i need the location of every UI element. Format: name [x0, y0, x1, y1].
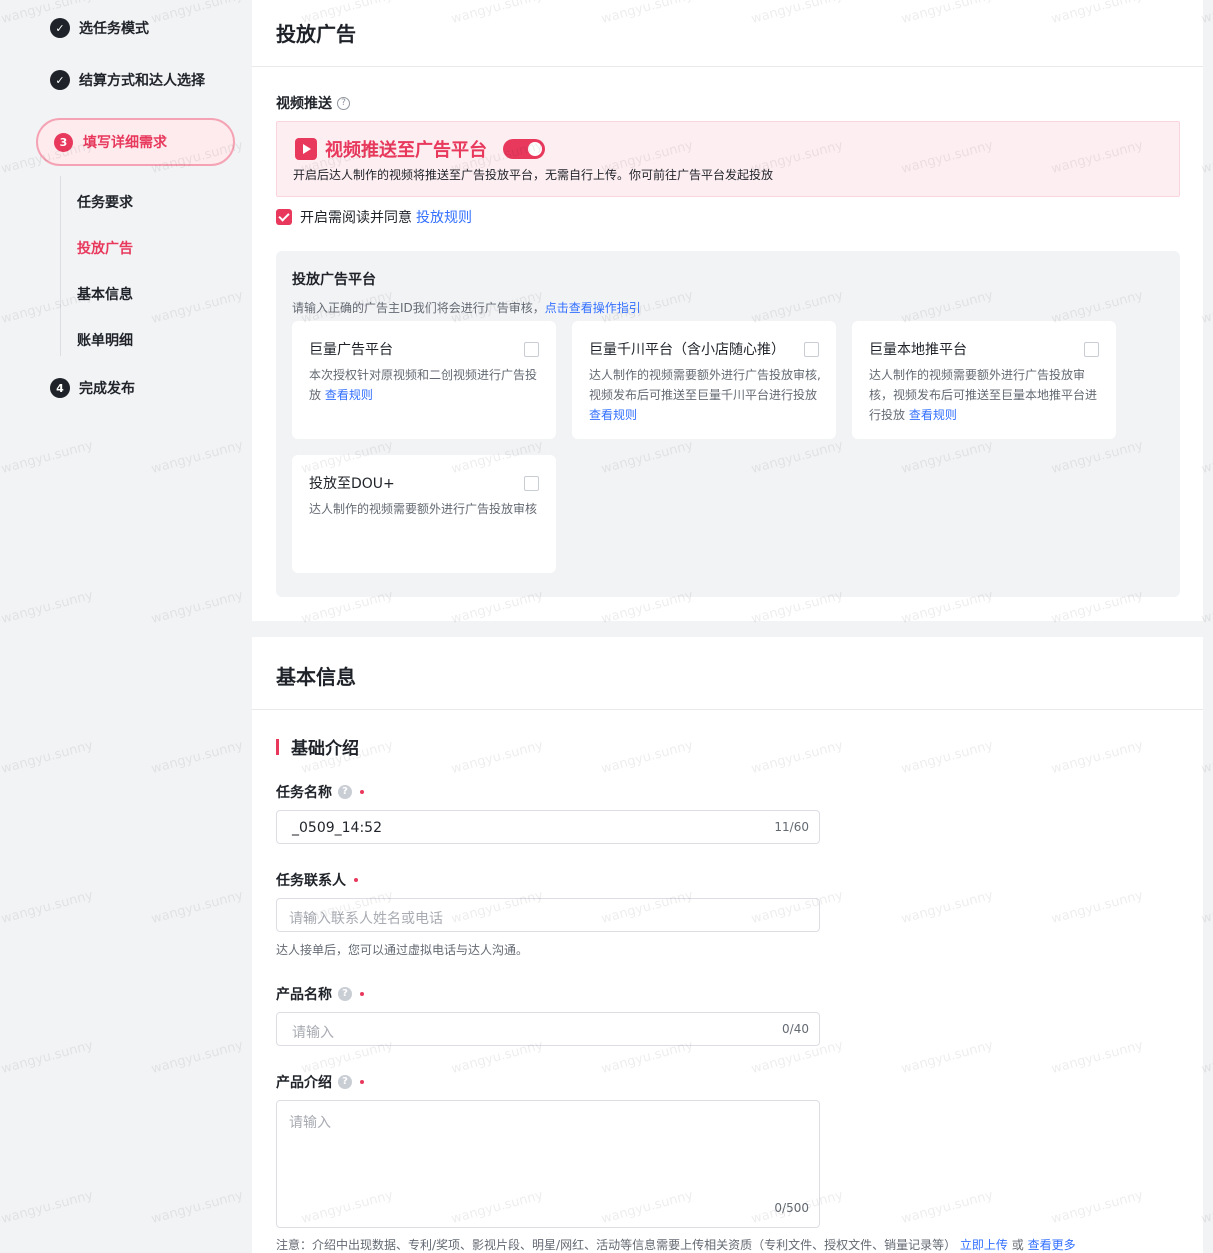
step-1[interactable]: ✓ 选任务模式	[50, 16, 149, 40]
task-name-label: 任务名称 ?	[276, 782, 364, 802]
product-intro-label: 产品介绍 ?	[276, 1072, 364, 1092]
contact-help: 达人接单后，您可以通过虚拟电话与达人沟通。	[276, 943, 529, 957]
step-3-active[interactable]: 3 填写详细需求	[36, 118, 235, 166]
subsection-title: 基础介绍	[291, 739, 359, 759]
substep-basic-info[interactable]: 基本信息	[77, 284, 133, 304]
agree-checkbox[interactable]	[276, 209, 292, 225]
accent-bar	[276, 738, 279, 755]
char-counter: 0/40	[782, 1022, 809, 1036]
platform-card-title: 巨量千川平台（含小店随心推）	[589, 342, 785, 358]
step-number: 3	[54, 132, 73, 152]
product-intro-textarea[interactable]: 请输入 0/500	[276, 1100, 820, 1228]
char-counter: 0/500	[774, 1201, 809, 1215]
input-placeholder: 请输入联系人姓名或电话	[289, 911, 443, 927]
task-name-input[interactable]: _0509_14:52 11/60	[276, 810, 820, 844]
question-icon[interactable]: ?	[337, 96, 350, 110]
help-icon[interactable]: ?	[338, 987, 352, 1001]
platform-card-qianchuan[interactable]: 巨量千川平台（含小店随心推） 达人制作的视频需要额外进行广告投放审核, 视频发布…	[572, 321, 836, 439]
ad-rules-link[interactable]: 投放规则	[416, 207, 472, 227]
step-label: 结算方式和达人选择	[79, 73, 205, 89]
substep-line	[60, 176, 61, 356]
required-dot	[360, 1080, 364, 1084]
ad-placement-card: 投放广告 视频推送 ? 视频推送至广告平台 开启后达人制作的视频将推送至广告投放…	[252, 0, 1203, 621]
platform-checkbox[interactable]	[804, 342, 819, 357]
step-label: 选任务模式	[79, 21, 149, 37]
agree-text: 开启需阅读并同意	[300, 210, 412, 226]
help-icon[interactable]: ?	[338, 1075, 352, 1089]
upload-now-link[interactable]: 立即上传	[960, 1238, 1008, 1252]
view-more-link[interactable]: 查看更多	[1028, 1238, 1076, 1252]
guide-link[interactable]: 点击查看操作指引	[545, 301, 641, 315]
platform-card-desc: 达人制作的视频需要额外进行广告投放审核, 视频发布后可推送至巨量千川平台进行投放…	[589, 365, 821, 425]
note-text: 注意：介绍中出现数据、专利/奖项、影视片段、明星/网红、活动等信息需要上传相关资…	[276, 1238, 957, 1252]
platform-box: 投放广告平台 请输入正确的广告主ID我们将会进行广告审核，点击查看操作指引 巨量…	[276, 251, 1180, 597]
product-name-input[interactable]: 请输入 0/40	[276, 1012, 820, 1046]
required-dot	[360, 790, 364, 794]
step-2[interactable]: ✓ 结算方式和达人选择	[50, 68, 205, 92]
agree-rules: 开启需阅读并同意 投放规则	[276, 207, 472, 227]
input-placeholder: 请输入	[289, 1115, 331, 1131]
section-title: 投放广告	[276, 22, 356, 46]
platform-card-local[interactable]: 巨量本地推平台 达人制作的视频需要额外进行广告投放审核，视频发布后可推送至巨量本…	[852, 321, 1116, 439]
platform-title: 投放广告平台	[292, 272, 376, 288]
platform-card-desc: 达人制作的视频需要额外进行广告投放审核	[309, 502, 538, 516]
label-text: 任务联系人	[276, 873, 346, 889]
basic-info-card: 基本信息 基础介绍 任务名称 ? _0509_14:52 11/60 任务联系人…	[252, 637, 1203, 1253]
platform-card-desc: 达人制作的视频需要额外进行广告投放审核，视频发布后可推送至巨量本地推平台进行投放…	[869, 365, 1101, 425]
step-4[interactable]: 4 完成发布	[50, 376, 135, 400]
divider	[252, 66, 1203, 67]
video-play-icon	[295, 138, 317, 160]
banner-title-text: 视频推送至广告平台	[325, 140, 487, 161]
product-name-label: 产品名称 ?	[276, 984, 364, 1004]
platform-card-ocean[interactable]: 巨量广告平台 本次授权针对原视频和二创视频进行广告投放 查看规则	[292, 321, 556, 439]
qualification-note: 注意：介绍中出现数据、专利/奖项、影视片段、明星/网红、活动等信息需要上传相关资…	[276, 1236, 1076, 1253]
label-text: 产品名称	[276, 987, 332, 1003]
note-or: 或	[1011, 1238, 1024, 1252]
section-title: 基本信息	[276, 665, 356, 689]
platform-checkbox[interactable]	[524, 342, 539, 357]
platform-checkbox[interactable]	[1084, 342, 1099, 357]
hint-text: 请输入正确的广告主ID我们将会进行广告审核，	[292, 301, 545, 315]
video-push-banner: 视频推送至广告平台 开启后达人制作的视频将推送至广告投放平台，无需自行上传。你可…	[276, 121, 1180, 197]
substep-ad-placement[interactable]: 投放广告	[77, 238, 133, 258]
desc-text: 达人制作的视频需要额外进行广告投放审核，视频发布后可推送至巨量本地推平台进行投放	[869, 368, 1098, 422]
contact-label: 任务联系人	[276, 870, 358, 890]
step-label: 填写详细需求	[83, 135, 167, 151]
view-rules-link[interactable]: 查看规则	[325, 388, 373, 402]
view-rules-link[interactable]: 查看规则	[589, 408, 637, 422]
platform-hint: 请输入正确的广告主ID我们将会进行广告审核，点击查看操作指引	[292, 299, 641, 316]
step-label: 完成发布	[79, 381, 135, 397]
input-value: _0509_14:52	[292, 820, 382, 836]
video-push-label: 视频推送 ?	[276, 93, 350, 113]
step-sidebar: ✓ 选任务模式 ✓ 结算方式和达人选择 3 填写详细需求 任务要求 投放广告 基…	[0, 0, 252, 1253]
platform-card-title: 巨量广告平台	[309, 342, 393, 358]
label-text: 产品介绍	[276, 1075, 332, 1091]
platform-checkbox[interactable]	[524, 476, 539, 491]
check-icon: ✓	[50, 70, 70, 90]
platform-card-desc: 本次授权针对原视频和二创视频进行广告投放 查看规则	[309, 365, 541, 405]
required-dot	[354, 878, 358, 882]
video-push-toggle[interactable]	[503, 139, 545, 159]
desc-text: 达人制作的视频需要额外进行广告投放审核, 视频发布后可推送至巨量千川平台进行投放	[589, 368, 821, 402]
banner-description: 开启后达人制作的视频将推送至广告投放平台，无需自行上传。你可前往广告平台发起投放	[293, 168, 774, 182]
input-placeholder: 请输入	[292, 1025, 334, 1041]
platform-card-dou[interactable]: 投放至DOU+ 达人制作的视频需要额外进行广告投放审核	[292, 455, 556, 573]
subsection-heading: 基础介绍	[276, 734, 359, 759]
char-counter: 11/60	[774, 820, 809, 834]
label-text: 任务名称	[276, 785, 332, 801]
step-number: 4	[50, 378, 70, 398]
check-icon: ✓	[50, 18, 70, 38]
divider	[252, 709, 1203, 710]
help-icon[interactable]: ?	[338, 785, 352, 799]
label-text: 视频推送	[276, 96, 332, 112]
substep-billing[interactable]: 账单明细	[77, 330, 133, 350]
banner-title: 视频推送至广告平台	[295, 136, 545, 162]
platform-card-title: 投放至DOU+	[309, 476, 395, 492]
contact-input[interactable]: 请输入联系人姓名或电话	[276, 898, 820, 932]
platform-card-title: 巨量本地推平台	[869, 342, 967, 358]
required-dot	[360, 992, 364, 996]
view-rules-link[interactable]: 查看规则	[909, 408, 957, 422]
substep-task-requirements[interactable]: 任务要求	[77, 192, 133, 212]
